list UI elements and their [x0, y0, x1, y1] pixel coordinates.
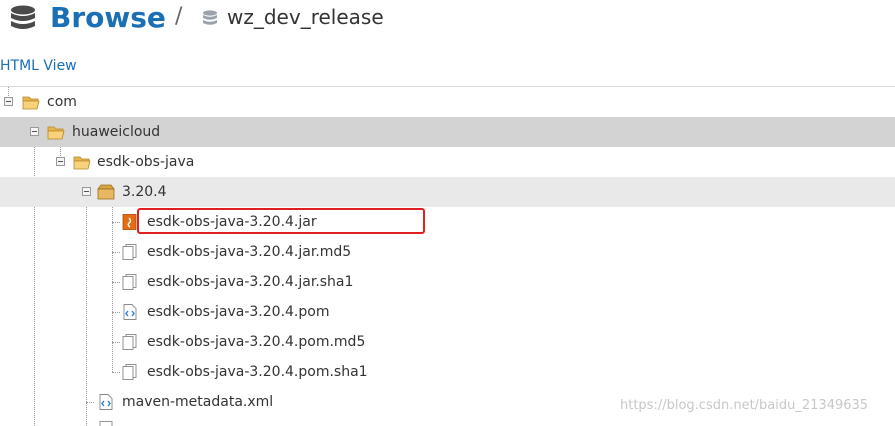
tree-row-file[interactable]: esdk-obs-java-3.20.4.jar.md5 [0, 237, 895, 267]
tree-row-huaweicloud[interactable]: huaweicloud [0, 117, 895, 147]
tree-row-xml-file[interactable]: esdk-obs-java-3.20.4.pom [0, 297, 895, 327]
page-header: Browse / wz_dev_release [0, 0, 895, 40]
tree-row-file[interactable]: esdk-obs-java-3.20.4.pom.sha1 [0, 357, 895, 387]
tree-label[interactable]: 3.20.4 [122, 177, 167, 207]
package-icon [97, 184, 115, 200]
folder-open-icon [22, 96, 40, 110]
tree-label[interactable]: huaweicloud [72, 117, 160, 147]
file-icon [99, 421, 113, 426]
tree-row-esdk-obs-java[interactable]: esdk-obs-java [0, 147, 895, 177]
html-view-link[interactable]: HTML View [0, 58, 77, 74]
database-icon [11, 5, 35, 29]
tree-label[interactable]: com [47, 87, 77, 117]
tree-row-jar-file[interactable]: esdk-obs-java-3.20.4.jar [0, 207, 895, 237]
tree-label[interactable]: esdk-obs-java-3.20.4.pom.sha1 [147, 357, 368, 387]
collapse-toggle[interactable] [4, 97, 13, 106]
tree-label[interactable]: maven-metadata.xml [122, 387, 273, 417]
tree-row-file[interactable]: esdk-obs-java-3.20.4.jar.sha1 [0, 267, 895, 297]
folder-open-icon [47, 126, 65, 140]
file-icon [122, 364, 137, 380]
collapse-toggle[interactable] [30, 127, 39, 136]
tree-row-version[interactable]: 3.20.4 [0, 177, 895, 207]
xml-file-icon [99, 394, 113, 410]
tree-label[interactable]: esdk-obs-java-3.20.4.jar.sha1 [147, 267, 353, 297]
tree-label[interactable]: esdk-obs-java-3.20.4.pom.md5 [147, 327, 365, 357]
file-icon [122, 334, 137, 350]
collapse-toggle[interactable] [56, 157, 65, 166]
tree-label[interactable]: esdk-obs-java-3.20.4.pom [147, 297, 329, 327]
repository-database-icon [203, 10, 217, 25]
breadcrumb-repository[interactable]: wz_dev_release [227, 5, 384, 29]
tree-label[interactable]: esdk-obs-java-3.20.4.jar.md5 [147, 237, 351, 267]
tree-label[interactable]: esdk-obs-java [97, 147, 194, 177]
tree-row-com[interactable]: com [0, 87, 895, 117]
annotation-highlight-box [137, 208, 425, 234]
collapse-toggle[interactable] [82, 187, 91, 196]
xml-file-icon [123, 304, 137, 320]
watermark: https://blog.csdn.net/baidu_21349635 [620, 398, 869, 413]
page-title: Browse [50, 1, 166, 34]
folder-open-icon [73, 156, 91, 170]
file-icon [122, 274, 137, 290]
breadcrumb-separator: / [175, 4, 183, 29]
tree-row-file[interactable]: esdk-obs-java-3.20.4.pom.md5 [0, 327, 895, 357]
file-icon [122, 244, 137, 260]
